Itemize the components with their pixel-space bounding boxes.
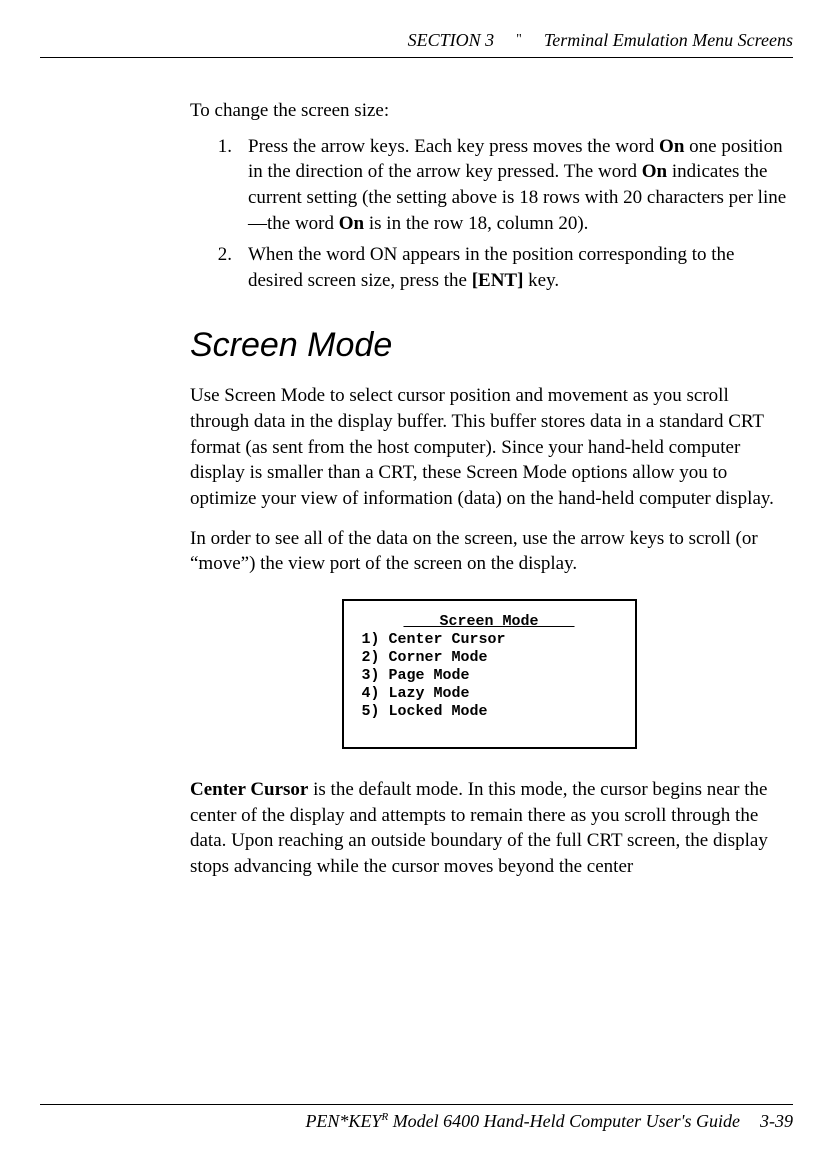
step-1-body: Press the arrow keys. Each key press mov… [248, 134, 788, 237]
step-2-body: When the word ON appears in the position… [248, 242, 788, 293]
header-title: Terminal Emulation Menu Screens [544, 30, 793, 51]
menu-item-1: 1) Center Cursor [362, 631, 617, 649]
menu-title: Screen Mode [362, 613, 617, 631]
step-1-number: 1. [190, 134, 248, 237]
footer-page-number: 3-39 [760, 1111, 793, 1132]
text-bold: On [659, 136, 684, 157]
menu-item-2: 2) Corner Mode [362, 649, 617, 667]
content-area: To change the screen size: 1. Press the … [190, 98, 788, 879]
text: Model 6400 Hand-Held Computer User's Gui… [388, 1111, 740, 1131]
footer-line: PEN*KEYR Model 6400 Hand-Held Computer U… [40, 1111, 793, 1132]
text: PEN*KEY [305, 1111, 381, 1131]
header-rule [40, 57, 793, 58]
steps-list: 1. Press the arrow keys. Each key press … [190, 134, 788, 294]
page: SECTION 3 " Terminal Emulation Menu Scre… [0, 0, 833, 1162]
step-2-number: 2. [190, 242, 248, 293]
header-section: SECTION 3 [408, 30, 495, 51]
menu-item-4: 4) Lazy Mode [362, 685, 617, 703]
section-heading-screen-mode: Screen Mode [190, 323, 788, 369]
paragraph-3: Center Cursor is the default mode. In th… [190, 777, 788, 880]
text: key. [523, 270, 559, 291]
screen-mode-menu: Screen Mode 1) Center Cursor 2) Corner M… [342, 599, 637, 749]
footer-book-title: PEN*KEYR Model 6400 Hand-Held Computer U… [305, 1111, 740, 1132]
text: is in the row 18, column 20). [364, 213, 588, 234]
menu-item-5: 5) Locked Mode [362, 703, 617, 721]
paragraph-1: Use Screen Mode to select cursor positio… [190, 383, 788, 511]
text-bold: On [339, 213, 364, 234]
step-1: 1. Press the arrow keys. Each key press … [190, 134, 788, 237]
footer-rule [40, 1104, 793, 1105]
menu-box-wrap: Screen Mode 1) Center Cursor 2) Corner M… [190, 599, 788, 749]
text: Press the arrow keys. Each key press mov… [248, 136, 659, 157]
header-quote-mark: " [516, 32, 522, 48]
text-bold: [ENT] [472, 270, 524, 291]
paragraph-2: In order to see all of the data on the s… [190, 526, 788, 577]
page-footer: PEN*KEYR Model 6400 Hand-Held Computer U… [40, 1104, 793, 1132]
text-bold: Center Cursor [190, 779, 308, 800]
page-header: SECTION 3 " Terminal Emulation Menu Scre… [40, 30, 793, 51]
step-2: 2. When the word ON appears in the posit… [190, 242, 788, 293]
text-bold: On [642, 161, 667, 182]
menu-item-3: 3) Page Mode [362, 667, 617, 685]
intro-text: To change the screen size: [190, 98, 788, 124]
